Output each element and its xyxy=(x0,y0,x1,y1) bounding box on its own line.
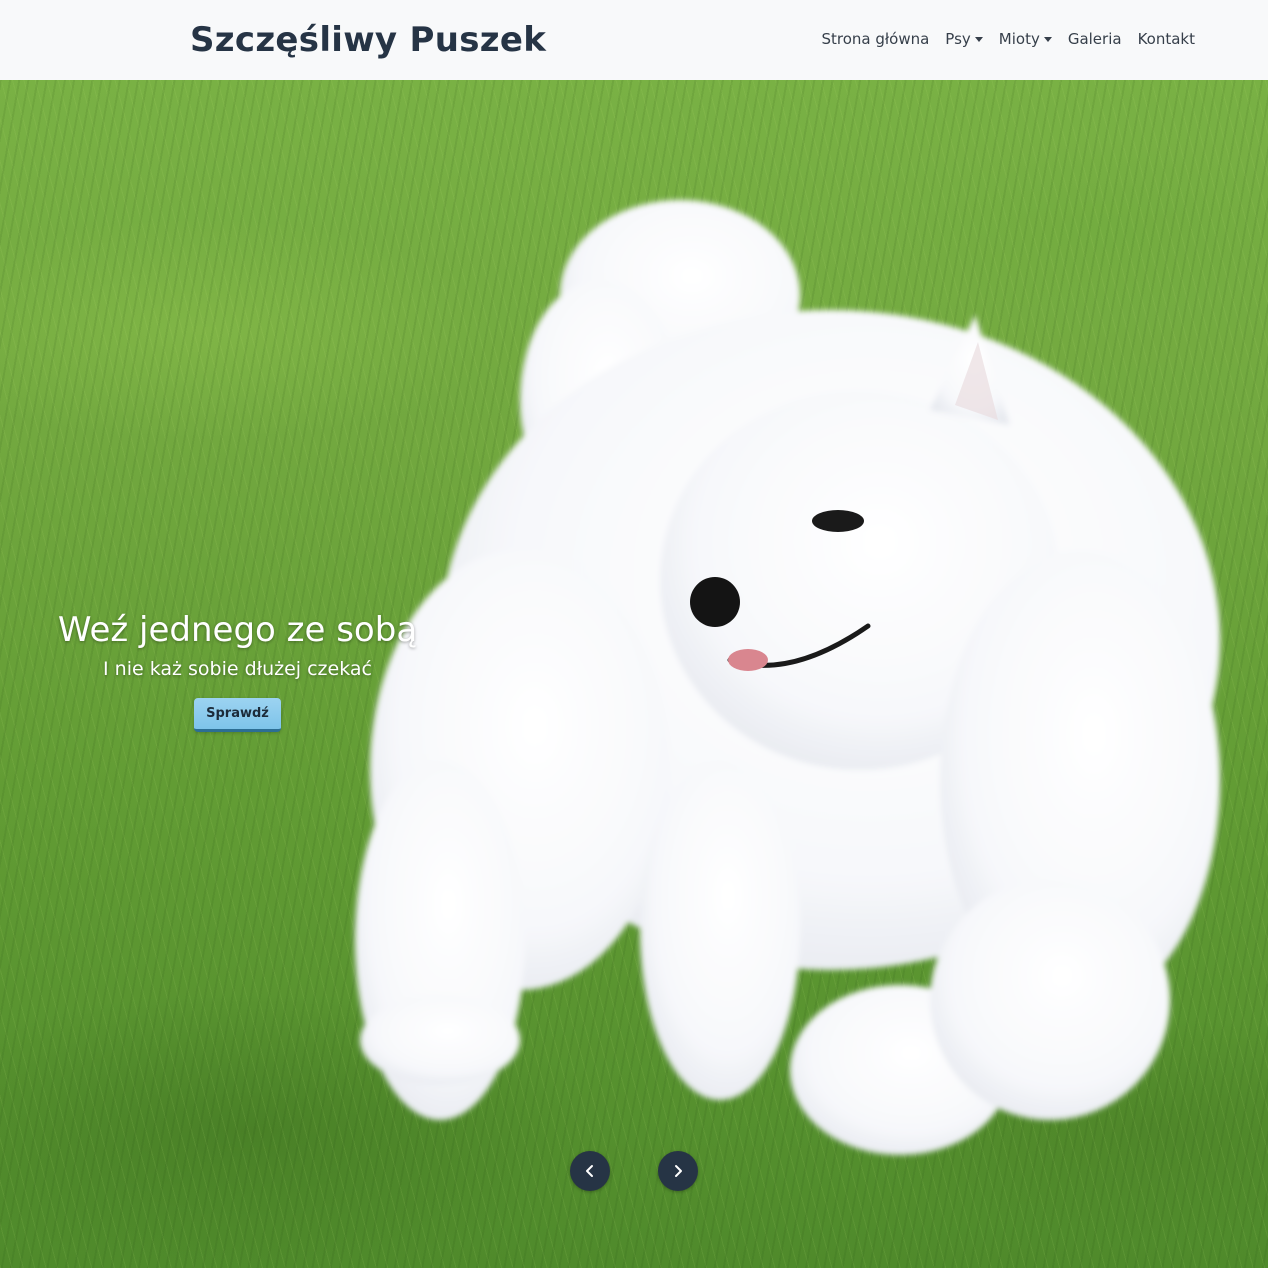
nav-item-litters-dropdown[interactable]: Mioty xyxy=(999,28,1052,50)
hero-carousel: Weź jednego ze sobą I nie każ sobie dłuż… xyxy=(0,80,1268,1268)
nav-item-label: Kontakt xyxy=(1137,30,1195,48)
nav-item-label: Galeria xyxy=(1067,30,1122,48)
caret-down-icon xyxy=(1043,36,1052,42)
nav-item-label: Strona główna xyxy=(821,30,930,48)
nav-item-home[interactable]: Strona główna xyxy=(821,28,929,50)
check-button[interactable]: Sprawdź xyxy=(194,698,281,732)
nav-item-label: Psy xyxy=(945,30,971,48)
carousel-caption: Weź jednego ze sobą I nie każ sobie dłuż… xyxy=(50,610,425,732)
carousel-next-button[interactable] xyxy=(658,1151,698,1191)
caret-down-icon xyxy=(974,36,983,42)
main-nav: Strona główna Psy Mioty Galeria Kontakt xyxy=(821,28,1195,50)
caption-subtitle: I nie każ sobie dłużej czekać xyxy=(103,658,372,680)
caption-title: Weź jednego ze sobą xyxy=(57,610,418,650)
nav-item-dogs-dropdown[interactable]: Psy xyxy=(945,28,983,50)
chevron-left-icon xyxy=(586,1165,593,1177)
carousel-prev-button[interactable] xyxy=(570,1151,610,1191)
brand-logo-link[interactable]: Szczęśliwy Puszek xyxy=(190,17,546,63)
nav-item-gallery[interactable]: Galeria xyxy=(1068,28,1122,50)
navbar: Szczęśliwy Puszek Strona główna Psy Miot… xyxy=(0,0,1268,80)
nav-item-contact[interactable]: Kontakt xyxy=(1138,28,1195,50)
nav-item-label: Mioty xyxy=(998,30,1040,48)
chevron-right-icon xyxy=(675,1165,682,1177)
